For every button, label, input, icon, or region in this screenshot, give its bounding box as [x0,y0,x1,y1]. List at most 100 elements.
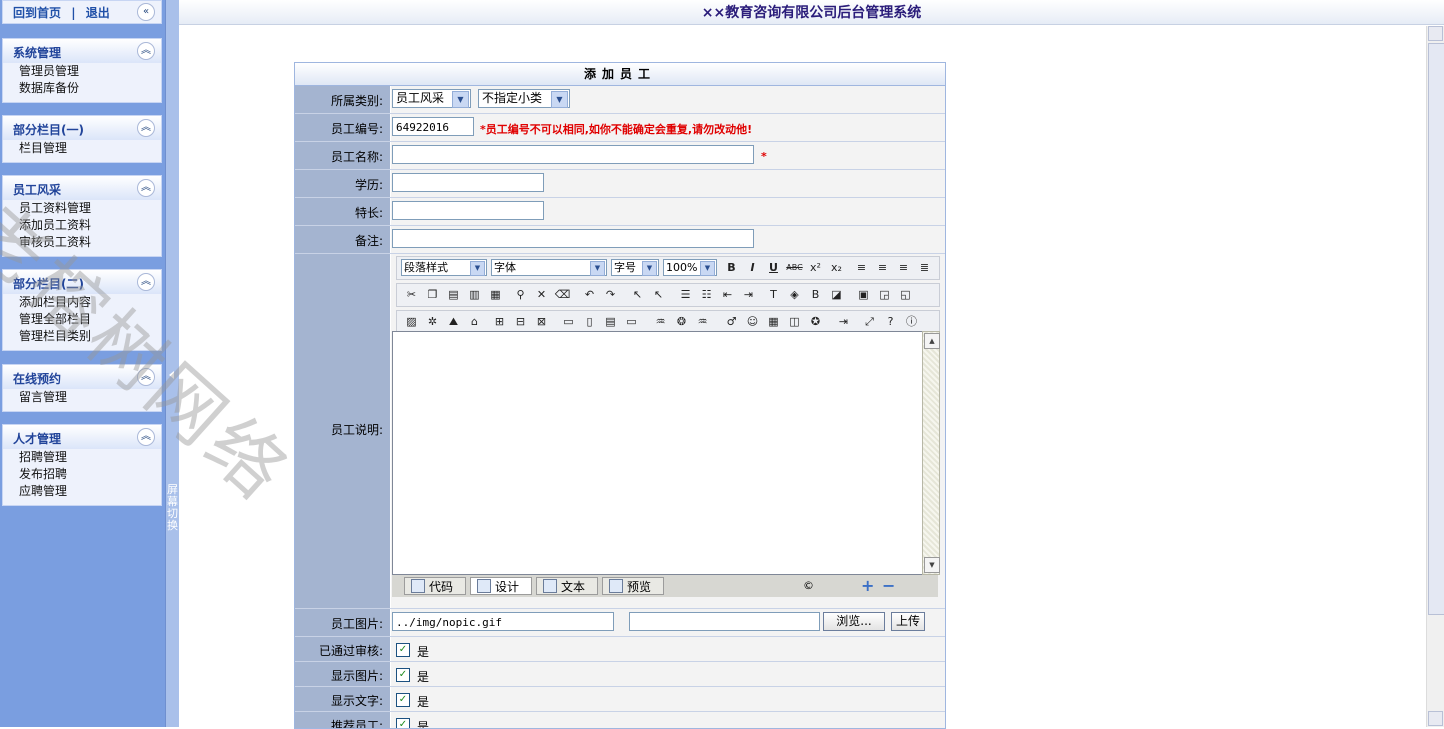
find-icon[interactable]: ⚲ [512,287,529,303]
insert-form-icon[interactable]: ▭ [560,314,577,330]
shrink-editor-icon[interactable]: − [882,576,895,595]
background-color-icon[interactable]: B [807,287,824,303]
send-backward-icon[interactable]: ◱ [897,287,914,303]
collapse-group-icon[interactable]: ︽ [137,119,155,137]
highlight-icon[interactable]: ◪ [828,287,845,303]
fullscreen-icon[interactable]: ⤢ [861,314,878,330]
delete-icon[interactable]: ✕ [533,287,550,303]
scroll-down-button[interactable] [1428,711,1443,726]
menu-item[interactable]: 添加员工资料 [3,217,161,234]
collapse-group-icon[interactable]: ︽ [137,428,155,446]
insert-image-icon[interactable]: ▨ [403,314,420,330]
employee-number-input[interactable]: 64922016 [392,117,474,136]
zoom-select[interactable]: 100% ▼ [663,259,717,276]
menu-item[interactable]: 招聘管理 [3,449,161,466]
subscript-icon[interactable]: x₂ [828,260,845,276]
insert-field-icon[interactable]: ▭ [623,314,640,330]
sidebar-toggle-strip[interactable]: 屏幕切换 [165,0,179,727]
editor-scrollbar[interactable]: ▲ ▼ [922,331,940,575]
deselect-icon[interactable]: ↖ [650,287,667,303]
menu-item[interactable]: 栏目管理 [3,140,161,157]
chevron-down-icon[interactable]: ▼ [452,91,469,108]
menu-group-title[interactable]: 部分栏目(二) [13,275,84,292]
insert-media-icon[interactable]: ⛰ [445,314,462,330]
collapse-sidebar-icon[interactable]: « [137,3,155,21]
insert-symbol-icon[interactable]: ♒ [652,314,669,330]
select-all-icon[interactable]: ↖ [629,287,646,303]
text-color-icon[interactable]: T [765,287,782,303]
fill-color-icon[interactable]: ◈ [786,287,803,303]
scroll-down-icon[interactable]: ▼ [924,557,940,573]
approved-checkbox[interactable]: ✓ [396,643,410,657]
ordered-list-icon[interactable]: ☰ [677,287,694,303]
strikethrough-icon[interactable]: ABC [786,260,803,276]
insert-gender-icon[interactable]: ♂ [723,314,740,330]
menu-item[interactable]: 管理栏目类别 [3,328,161,345]
insert-table-icon[interactable]: ⊞ [491,314,508,330]
subcategory-select[interactable]: 不指定小类 ▼ [478,89,570,108]
align-justify-icon[interactable]: ≣ [916,260,933,276]
insert-code-icon[interactable]: ♒ [694,314,711,330]
insert-textarea-icon[interactable]: ▯ [581,314,598,330]
insert-emoticon-icon[interactable]: ☺ [744,314,761,330]
collapse-group-icon[interactable]: ︽ [137,368,155,386]
recommend-checkbox[interactable]: ✓ [396,718,410,728]
menu-item[interactable]: 管理全部栏目 [3,311,161,328]
insert-column-icon[interactable]: ⊠ [533,314,550,330]
insert-marquee-icon[interactable]: ▤ [602,314,619,330]
paste-word-icon[interactable]: ▦ [487,287,504,303]
chevron-down-icon[interactable]: ▼ [551,91,568,108]
undo-icon[interactable]: ↶ [581,287,598,303]
collapse-arrow-icon[interactable] [169,371,174,379]
bold-icon[interactable]: B [723,260,740,276]
photo-path-input[interactable]: ../img/nopic.gif [392,612,614,631]
menu-item[interactable]: 数据库备份 [3,80,161,97]
menu-group-title[interactable]: 在线预约 [13,370,61,387]
menu-item[interactable]: 审核员工资料 [3,234,161,251]
cut-icon[interactable]: ✂ [403,287,420,303]
show-image-checkbox[interactable]: ✓ [396,668,410,682]
browse-button[interactable]: 浏览... [823,612,885,631]
scroll-thumb[interactable] [1428,43,1444,615]
outdent-icon[interactable]: ⇤ [719,287,736,303]
paste-icon[interactable]: ▤ [445,287,462,303]
superscript-icon[interactable]: x² [807,260,824,276]
menu-item[interactable]: 添加栏目内容 [3,294,161,311]
screen-switch-label[interactable]: 屏幕切换 [166,484,179,532]
info-icon[interactable]: ⓘ [903,314,920,330]
indent-icon[interactable]: ⇥ [740,287,757,303]
redo-icon[interactable]: ↷ [602,287,619,303]
menu-group-title[interactable]: 系统管理 [13,44,61,61]
page-scrollbar[interactable] [1426,26,1444,727]
insert-special-icon[interactable]: ❂ [673,314,690,330]
upload-button[interactable]: 上传 [891,612,925,631]
absolute-position-icon[interactable]: ▣ [855,287,872,303]
home-link[interactable]: 回到首页 [13,6,61,20]
menu-item[interactable]: 应聘管理 [3,483,161,500]
paragraph-style-select[interactable]: 段落样式 ▼ [401,259,487,276]
show-text-checkbox[interactable]: ✓ [396,693,410,707]
mode-tab-code[interactable]: 代码 [404,577,466,595]
bring-forward-icon[interactable]: ◲ [876,287,893,303]
menu-item[interactable]: 发布招聘 [3,466,161,483]
scroll-up-button[interactable] [1428,26,1443,41]
font-size-select[interactable]: 字号 ▼ [611,259,659,276]
collapse-group-icon[interactable]: ︽ [137,273,155,291]
education-input[interactable] [392,173,544,192]
help-icon[interactable]: ? [882,314,899,330]
menu-group-title[interactable]: 部分栏目(一) [13,121,84,138]
menu-item[interactable]: 管理员管理 [3,63,161,80]
insert-row-icon[interactable]: ⊟ [512,314,529,330]
align-left-icon[interactable]: ≡ [853,260,870,276]
menu-group-title[interactable]: 员工风采 [13,181,61,198]
insert-file-icon[interactable]: ⌂ [466,314,483,330]
insert-link-icon[interactable]: ✪ [807,314,824,330]
align-right-icon[interactable]: ≡ [895,260,912,276]
logout-link[interactable]: 退出 [86,6,110,20]
underline-icon[interactable]: U [765,260,782,276]
scroll-up-icon[interactable]: ▲ [924,333,940,349]
align-center-icon[interactable]: ≡ [874,260,891,276]
italic-icon[interactable]: I [744,260,761,276]
employee-name-input[interactable] [392,145,754,164]
expand-editor-icon[interactable]: + [861,576,874,595]
